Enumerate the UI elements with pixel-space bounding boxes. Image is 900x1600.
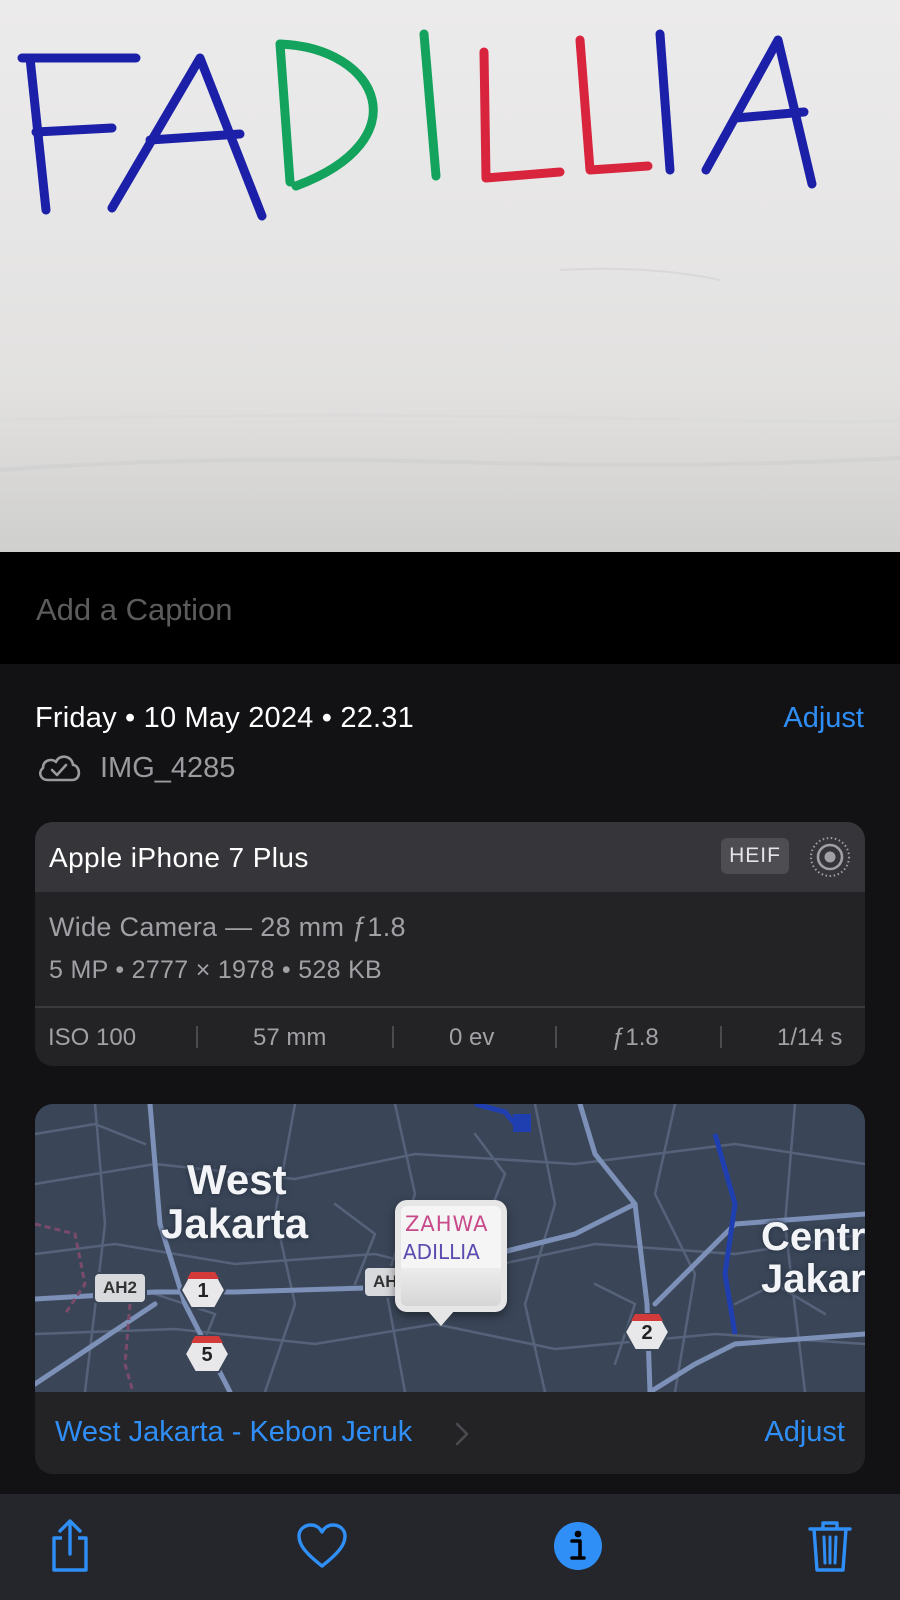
camera-card: Apple iPhone 7 Plus HEIF Wide Camera — 2… xyxy=(35,822,865,1066)
photo-viewer[interactable] xyxy=(0,0,900,552)
road-number: 5 xyxy=(201,1344,213,1366)
pin-text: ADILLIA xyxy=(403,1240,480,1264)
map-label-central-jakarta: Centr Jakar xyxy=(761,1216,865,1300)
road-number: 2 xyxy=(641,1322,653,1344)
map-label-line: Centr xyxy=(761,1215,865,1259)
photo-handwriting xyxy=(0,29,900,472)
exif-ev: 0 ev xyxy=(449,1024,495,1051)
exif-separator xyxy=(392,1026,394,1048)
chevron-right-icon xyxy=(455,1422,469,1446)
image-specs: 5 MP • 2777 × 1978 • 528 KB xyxy=(49,956,383,984)
adjust-date-button[interactable]: Adjust xyxy=(783,702,864,735)
road-shield-2: 2 xyxy=(623,1312,671,1352)
caption-area xyxy=(0,552,900,664)
pin-text: ZAHWA xyxy=(405,1212,489,1236)
heart-icon xyxy=(297,1523,347,1568)
photo-date: Friday • 10 May 2024 • 22.31 xyxy=(35,702,414,734)
camera-header: Apple iPhone 7 Plus HEIF xyxy=(35,822,865,892)
location-row: West Jakarta - Kebon Jeruk Adjust xyxy=(35,1392,865,1474)
exif-iso: ISO 100 xyxy=(48,1024,137,1051)
info-icon xyxy=(554,1522,602,1570)
caption-input[interactable] xyxy=(36,588,856,632)
info-panel: Friday • 10 May 2024 • 22.31 Adjust IMG_… xyxy=(0,664,900,1494)
lens-info: Wide Camera — 28 mm ƒ1.8 xyxy=(49,912,406,942)
bottom-toolbar xyxy=(0,1494,900,1600)
trash-icon xyxy=(808,1521,852,1572)
exif-row: ISO 100 57 mm 0 ev ƒ1.8 1/14 s xyxy=(35,1008,865,1066)
photo-location-pin[interactable]: ZAHWA ADILLIA xyxy=(395,1200,507,1312)
location-map[interactable]: West Jakarta Centr Jakar AH2 AH 1 5 2 ZA… xyxy=(35,1104,865,1392)
exif-aperture: ƒ1.8 xyxy=(612,1024,659,1051)
map-label-line: Jakarta xyxy=(161,1200,309,1248)
pin-text-line: ZAHWA xyxy=(405,1212,489,1236)
exif-separator xyxy=(720,1026,722,1048)
road-number: 1 xyxy=(197,1280,209,1302)
map-label-west-jakarta: West Jakarta xyxy=(161,1156,308,1246)
delete-button[interactable] xyxy=(800,1516,860,1576)
info-button[interactable] xyxy=(548,1516,608,1576)
map-label-line: Jakar xyxy=(761,1257,865,1301)
adjust-location-button[interactable]: Adjust xyxy=(764,1416,845,1449)
road-shield-5: 5 xyxy=(183,1334,231,1374)
exif-separator xyxy=(555,1026,557,1048)
road-shield-1: 1 xyxy=(179,1270,227,1310)
route-badge-ah2: AH2 xyxy=(93,1272,148,1304)
location-name-link[interactable]: West Jakarta - Kebon Jeruk xyxy=(55,1416,412,1449)
map-label-line: West xyxy=(187,1156,287,1203)
favorite-button[interactable] xyxy=(292,1516,352,1576)
exif-separator xyxy=(196,1026,198,1048)
file-name: IMG_4285 xyxy=(100,751,236,784)
format-badge: HEIF xyxy=(721,838,789,874)
pin-text-line: ADILLIA xyxy=(403,1240,480,1264)
live-photo-icon xyxy=(810,837,850,877)
exif-focal: 57 mm xyxy=(253,1024,327,1051)
icloud-check-icon xyxy=(38,755,81,782)
pin-tail xyxy=(427,1310,455,1326)
map-card: West Jakarta Centr Jakar AH2 AH 1 5 2 ZA… xyxy=(35,1104,865,1474)
share-icon xyxy=(52,1519,88,1572)
file-row: IMG_4285 xyxy=(36,750,235,786)
camera-model: Apple iPhone 7 Plus xyxy=(49,842,309,873)
pin-thumbnail: ZAHWA ADILLIA xyxy=(401,1206,501,1306)
pin-paper xyxy=(401,1268,501,1306)
share-button[interactable] xyxy=(40,1516,100,1576)
exif-shutter: 1/14 s xyxy=(777,1024,843,1051)
